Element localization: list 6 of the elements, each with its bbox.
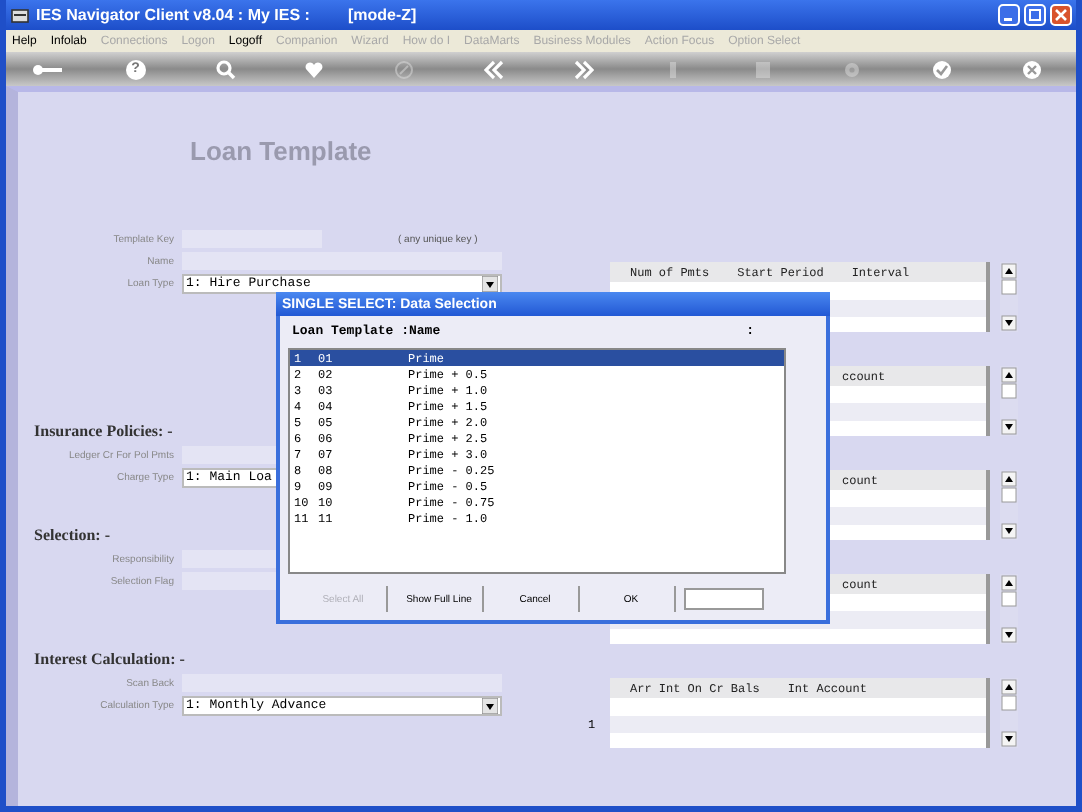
section-heading: Selection: - bbox=[34, 526, 110, 546]
mode-label: [mode-Z] bbox=[347, 6, 417, 24]
window-title: IES Navigator Client v8.04 : My IES : bbox=[36, 6, 310, 24]
section-heading: Interest Calculation: - bbox=[34, 650, 185, 670]
section-heading: Insurance Policies: - bbox=[34, 422, 173, 442]
form-title: Loan Template bbox=[190, 136, 374, 170]
